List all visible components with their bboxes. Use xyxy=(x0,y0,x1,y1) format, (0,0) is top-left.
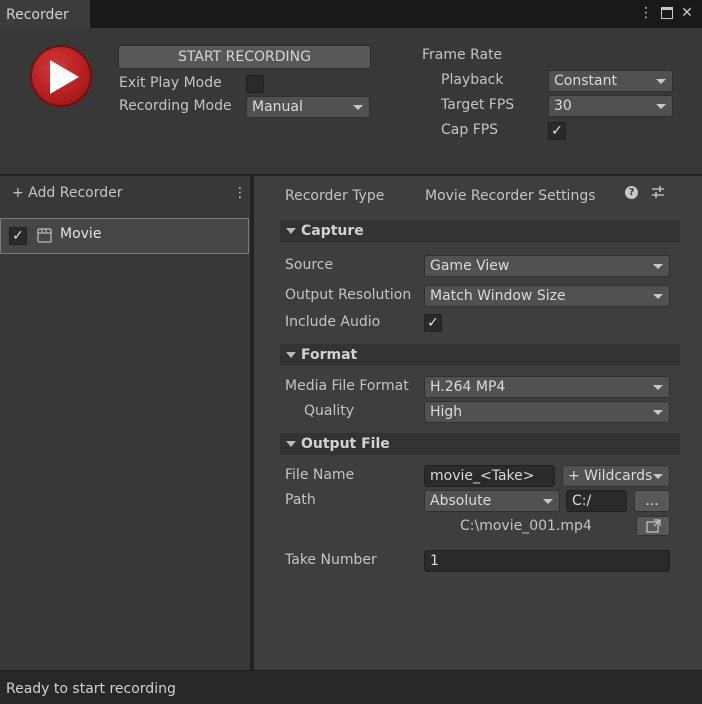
path-input[interactable]: C:/ xyxy=(566,490,627,512)
source-label: Source xyxy=(285,257,334,273)
take-number-label: Take Number xyxy=(285,552,377,568)
chevron-down-icon xyxy=(653,410,663,415)
source-dropdown[interactable]: Game View xyxy=(424,255,670,277)
target-fps-dropdown[interactable]: 30 xyxy=(548,95,673,117)
quality-value: High xyxy=(430,404,463,420)
format-header-label: Format xyxy=(301,347,358,363)
foldout-arrow-icon xyxy=(286,228,296,234)
resolved-output-path: C:\movie_001.mp4 xyxy=(460,518,592,534)
cap-fps-label: Cap FPS xyxy=(441,122,499,138)
foldout-arrow-icon xyxy=(286,352,296,358)
include-audio-label: Include Audio xyxy=(285,314,381,330)
foldout-arrow-icon xyxy=(286,441,296,447)
start-recording-button[interactable]: START RECORDING xyxy=(118,45,371,69)
source-value: Game View xyxy=(430,258,510,274)
output-file-section-header[interactable]: Output File xyxy=(280,433,680,455)
wildcards-label: + Wildcards xyxy=(568,468,653,484)
exit-play-mode-label: Exit Play Mode xyxy=(119,75,222,91)
add-recorder-button[interactable]: + Add Recorder xyxy=(12,185,122,201)
media-file-format-value: H.264 MP4 xyxy=(430,379,506,395)
output-resolution-value: Match Window Size xyxy=(430,288,566,304)
status-text: Ready to start recording xyxy=(6,681,176,697)
media-file-format-label: Media File Format xyxy=(285,378,409,394)
recording-mode-value: Manual xyxy=(252,99,303,115)
recorder-enabled-checkbox[interactable]: ✓ xyxy=(9,227,27,245)
capture-section-header[interactable]: Capture xyxy=(280,220,680,242)
close-icon[interactable]: ✕ xyxy=(679,4,695,22)
play-icon xyxy=(50,60,79,94)
browse-button[interactable]: ... xyxy=(634,490,670,512)
play-button[interactable] xyxy=(30,45,92,107)
quality-label: Quality xyxy=(304,403,355,419)
kebab-menu-icon[interactable]: ⋮ xyxy=(638,4,654,22)
open-folder-icon xyxy=(646,519,661,533)
wildcards-dropdown[interactable]: + Wildcards xyxy=(562,465,670,487)
playback-label: Playback xyxy=(441,72,504,88)
recorder-type-label: Recorder Type xyxy=(285,188,385,204)
playback-value: Constant xyxy=(554,73,617,89)
chevron-down-icon xyxy=(653,385,663,390)
output-resolution-label: Output Resolution xyxy=(285,287,412,303)
chevron-down-icon xyxy=(656,104,666,109)
playback-dropdown[interactable]: Constant xyxy=(548,70,673,92)
help-icon[interactable]: ? xyxy=(625,186,638,199)
window-tab[interactable]: Recorder xyxy=(0,0,90,28)
path-label: Path xyxy=(285,492,316,508)
exit-play-mode-checkbox[interactable] xyxy=(246,75,264,93)
target-fps-value: 30 xyxy=(554,98,572,114)
recording-mode-dropdown[interactable]: Manual xyxy=(246,96,370,118)
file-name-input[interactable]: movie_<Take> xyxy=(424,465,555,487)
reveal-folder-button[interactable] xyxy=(636,516,670,536)
recorder-type-value: Movie Recorder Settings xyxy=(425,188,596,204)
frame-rate-header: Frame Rate xyxy=(422,47,503,63)
output-file-header-label: Output File xyxy=(301,436,390,452)
file-name-label: File Name xyxy=(285,467,355,483)
title-bar xyxy=(0,0,702,28)
movie-clapper-icon xyxy=(37,228,52,247)
target-fps-label: Target FPS xyxy=(441,97,515,113)
chevron-down-icon xyxy=(656,79,666,84)
chevron-down-icon xyxy=(653,474,663,479)
recorder-list-menu-icon[interactable]: ⋮ xyxy=(233,185,247,201)
cap-fps-checkbox[interactable]: ✓ xyxy=(548,122,566,140)
maximize-icon[interactable] xyxy=(659,4,675,22)
format-section-header[interactable]: Format xyxy=(280,344,680,366)
chevron-down-icon xyxy=(653,294,663,299)
output-resolution-dropdown[interactable]: Match Window Size xyxy=(424,285,670,307)
recorder-item-label: Movie xyxy=(60,226,102,242)
chevron-down-icon xyxy=(543,499,553,504)
path-mode-dropdown[interactable]: Absolute xyxy=(424,490,560,512)
include-audio-checkbox[interactable]: ✓ xyxy=(424,314,442,332)
media-file-format-dropdown[interactable]: H.264 MP4 xyxy=(424,376,670,398)
preset-settings-icon[interactable] xyxy=(651,185,665,203)
recorder-settings-panel xyxy=(254,176,702,670)
chevron-down-icon xyxy=(653,264,663,269)
recording-mode-label: Recording Mode xyxy=(119,98,232,114)
path-mode-value: Absolute xyxy=(430,493,492,509)
capture-header-label: Capture xyxy=(301,223,364,239)
quality-dropdown[interactable]: High xyxy=(424,401,670,423)
take-number-input[interactable]: 1 xyxy=(424,550,670,572)
chevron-down-icon xyxy=(353,105,363,110)
